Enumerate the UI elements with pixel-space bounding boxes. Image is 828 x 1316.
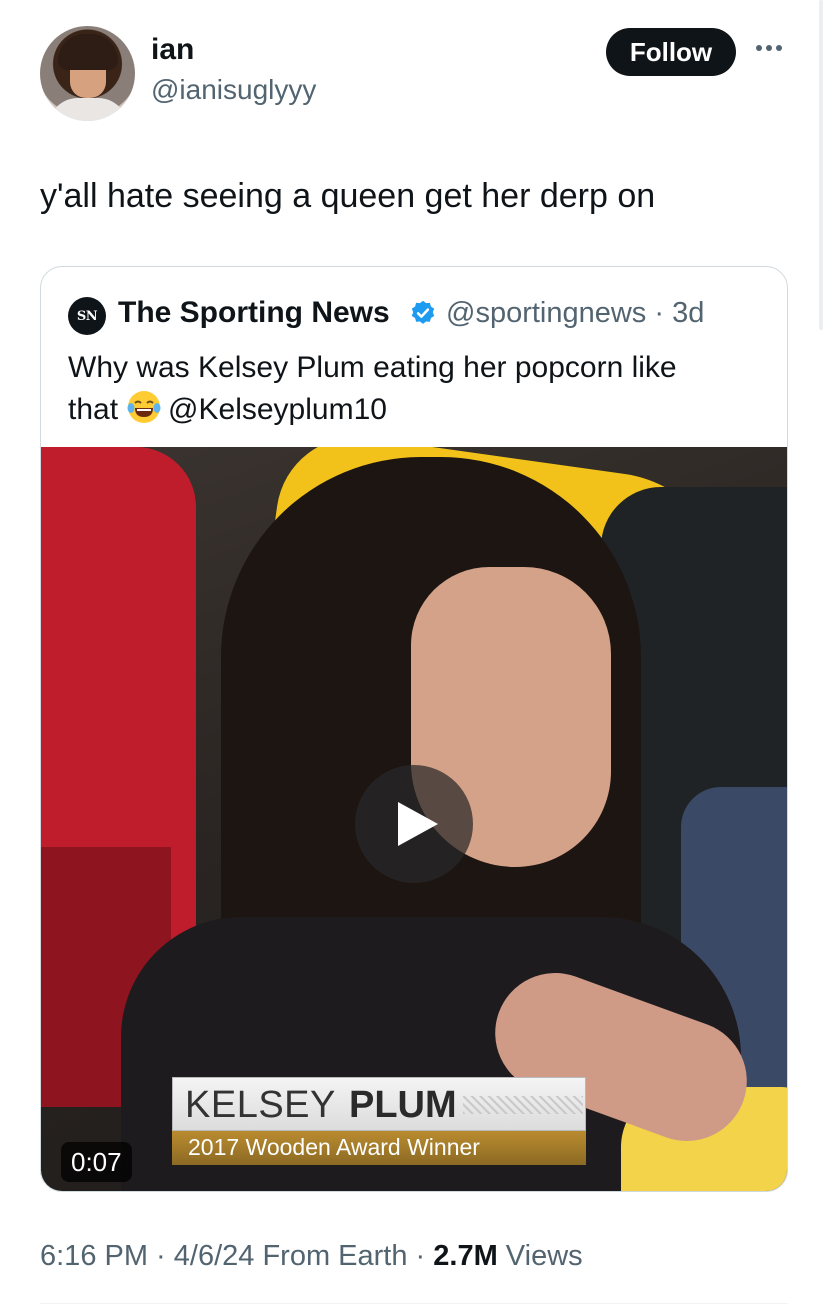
video-player[interactable]: KELSEY PLUM 2017 Wooden Award Winner 0:0… <box>41 447 787 1191</box>
tweet-timestamp[interactable]: 6:16 PM · 4/6/24 From Earth · <box>40 1240 433 1272</box>
quote-mention-link[interactable]: @Kelseyplum10 <box>168 393 387 426</box>
quoted-tweet-card[interactable]: SN The Sporting News @sportingnews · 3d … <box>40 266 788 1192</box>
follow-button[interactable]: Follow <box>606 28 736 76</box>
quote-text-line2: that @Kelseyplum10 <box>68 389 768 431</box>
face-with-tears-of-joy-emoji <box>127 391 161 423</box>
video-duration-badge: 0:07 <box>61 1142 132 1182</box>
lower-third-subtitle-bar: 2017 Wooden Award Winner <box>172 1131 586 1165</box>
lower-third-last-name: PLUM <box>349 1084 457 1126</box>
play-button[interactable] <box>355 765 473 883</box>
more-horizontal-icon[interactable] <box>752 38 786 58</box>
scrollbar[interactable] <box>819 0 823 330</box>
divider <box>40 1303 788 1304</box>
views-count[interactable]: 2.7M <box>433 1240 497 1272</box>
quote-text-line1: Why was Kelsey Plum eating her popcorn l… <box>68 351 677 384</box>
author-avatar[interactable] <box>40 26 135 121</box>
quote-text-word: that <box>68 393 119 426</box>
avatar-hair <box>58 34 118 70</box>
author-handle[interactable]: @ianisuglyyy <box>151 74 316 106</box>
quote-handle-time[interactable]: @sportingnews · 3d <box>446 297 704 330</box>
quote-author-avatar[interactable]: SN <box>68 297 106 335</box>
views-label: Views <box>497 1240 583 1272</box>
play-icon <box>398 802 438 846</box>
tweet-metadata: 6:16 PM · 4/6/24 From Earth · 2.7M Views <box>40 1240 583 1273</box>
quote-text: Why was Kelsey Plum eating her popcorn l… <box>68 347 768 431</box>
author-display-name[interactable]: ian <box>151 33 194 67</box>
verified-badge-icon <box>411 300 435 324</box>
lower-third-first-name: KELSEY <box>185 1084 336 1126</box>
lower-third-subtitle: 2017 Wooden Award Winner <box>188 1134 480 1160</box>
lower-third-decoration <box>463 1096 583 1114</box>
quote-author-name[interactable]: The Sporting News <box>118 296 390 330</box>
avatar-shirt <box>48 98 128 121</box>
video-lower-third: KELSEY PLUM 2017 Wooden Award Winner <box>172 1077 586 1165</box>
tweet-text: y'all hate seeing a queen get her derp o… <box>40 177 656 215</box>
lower-third-name-bar: KELSEY PLUM <box>172 1077 586 1131</box>
